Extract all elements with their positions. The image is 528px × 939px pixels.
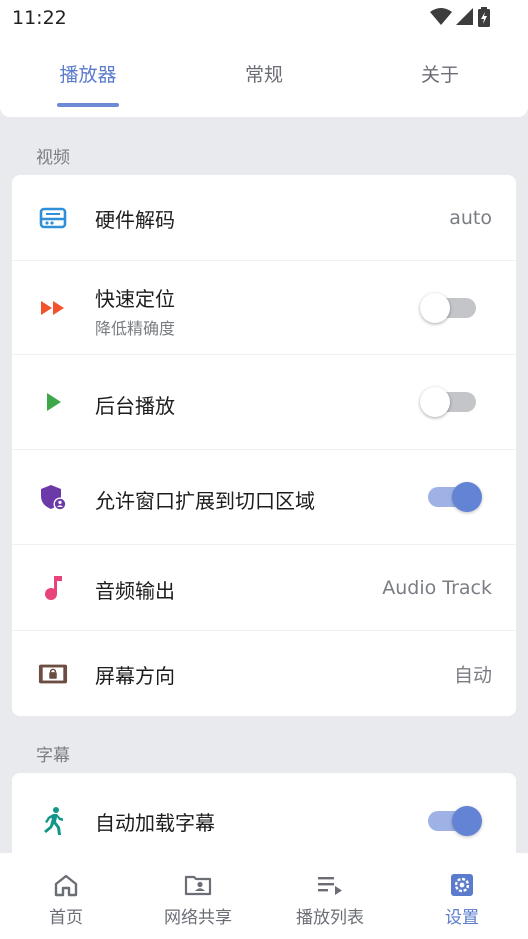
network-share-folder-icon	[184, 871, 212, 899]
setting-hardware-decode[interactable]: 硬件解码 auto	[12, 175, 516, 261]
nav-home-label: 首页	[49, 908, 83, 928]
video-settings-card: 硬件解码 auto 快速定位 降低精确度 后台播放 允许窗口扩展到切口区域 音频…	[12, 175, 516, 716]
cell-signal-icon	[456, 8, 473, 25]
section-label-video: 视频	[36, 148, 70, 168]
setting-value: 自动	[453, 664, 492, 686]
setting-title: 屏幕方向	[95, 664, 175, 688]
settings-gear-icon	[448, 871, 476, 899]
home-icon	[52, 871, 80, 899]
setting-audio-output[interactable]: 音频输出 Audio Track	[12, 545, 516, 631]
tab-bar: 播放器 常规 关于	[0, 50, 528, 110]
tab-player[interactable]: 播放器	[0, 50, 176, 110]
top-header: 11:22 播放器 常规 关于	[0, 0, 528, 117]
play-icon	[38, 387, 68, 417]
wifi-icon	[430, 8, 452, 25]
toggle-knob	[420, 387, 450, 417]
toggle-knob	[452, 482, 482, 512]
setting-title: 硬件解码	[95, 208, 175, 232]
section-label-subtitle: 字幕	[36, 746, 70, 766]
setting-background-play[interactable]: 后台播放	[12, 355, 516, 450]
setting-value: auto	[449, 206, 492, 229]
battery-icon	[478, 7, 490, 27]
setting-title: 音频输出	[95, 579, 175, 603]
setting-subtitle: 降低精确度	[95, 319, 176, 338]
setting-title: 自动加载字幕	[95, 811, 215, 835]
setting-title: 允许窗口扩展到切口区域	[95, 489, 315, 513]
hardware-decode-icon	[38, 203, 68, 233]
tab-general[interactable]: 常规	[176, 50, 352, 110]
status-time: 11:22	[12, 7, 67, 29]
toggle-knob	[452, 806, 482, 836]
tab-general-label: 常规	[244, 64, 283, 86]
status-icons	[430, 7, 490, 27]
shield-user-icon	[38, 482, 68, 512]
tab-about-label: 关于	[420, 64, 459, 86]
fast-forward-icon	[38, 293, 68, 323]
nav-network-share[interactable]: 网络共享	[132, 853, 264, 939]
setting-display-cutout[interactable]: 允许窗口扩展到切口区域	[12, 450, 516, 545]
setting-screen-orientation[interactable]: 屏幕方向 自动	[12, 631, 516, 716]
toggle-knob	[420, 292, 450, 323]
setting-value: Audio Track	[382, 576, 492, 599]
tab-indicator	[57, 103, 119, 107]
running-person-icon	[38, 806, 68, 836]
status-bar: 11:22	[0, 0, 528, 36]
music-note-icon	[38, 573, 68, 603]
setting-title: 后台播放	[95, 394, 175, 418]
screen-rotation-lock-icon	[38, 659, 68, 689]
nav-home[interactable]: 首页	[0, 853, 132, 939]
nav-playlist[interactable]: 播放列表	[264, 853, 396, 939]
tab-about[interactable]: 关于	[352, 50, 528, 110]
setting-title: 快速定位	[95, 287, 175, 311]
tab-player-label: 播放器	[59, 64, 117, 86]
bottom-navigation: 首页 网络共享 播放列表 设置	[0, 853, 528, 939]
nav-playlist-label: 播放列表	[296, 908, 364, 928]
display-cutout-toggle[interactable]	[428, 482, 482, 512]
nav-network-share-label: 网络共享	[164, 908, 232, 928]
auto-load-subtitles-toggle[interactable]	[428, 806, 482, 836]
setting-fast-seek[interactable]: 快速定位 降低精确度	[12, 261, 516, 355]
background-play-toggle[interactable]	[420, 387, 476, 417]
nav-settings[interactable]: 设置	[396, 853, 528, 939]
playlist-icon	[316, 871, 344, 899]
nav-settings-label: 设置	[445, 908, 479, 928]
fast-seek-toggle[interactable]	[420, 292, 476, 323]
